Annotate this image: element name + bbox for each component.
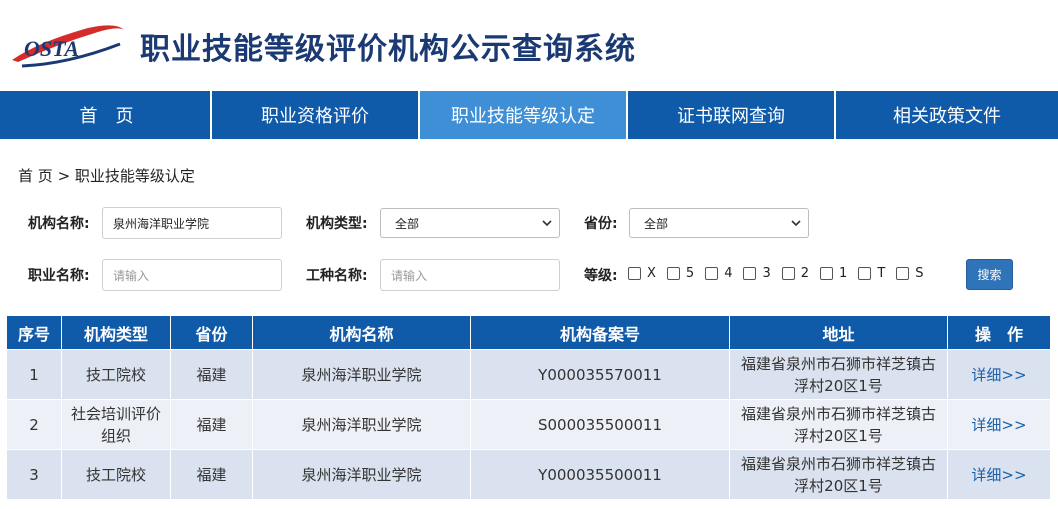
org-type-label: 机构类型: xyxy=(306,216,368,232)
breadcrumb-home[interactable]: 首 页 xyxy=(18,167,53,185)
cell-no: 1 xyxy=(6,349,62,400)
province-select[interactable]: 全部 xyxy=(629,208,809,238)
checkbox[interactable] xyxy=(666,267,680,280)
results-table: 序号 机构类型 省份 机构名称 机构备案号 地址 操 作 1 技工院校 福建 泉… xyxy=(6,315,1051,500)
table-row: 3 技工院校 福建 泉州海洋职业学院 Y000035500011 福建省泉州市石… xyxy=(6,449,1051,500)
level-option-2[interactable]: 2 xyxy=(781,266,809,281)
breadcrumb: 首 页 > 职业技能等级认定 xyxy=(18,165,195,186)
cell-name: 泉州海洋职业学院 xyxy=(252,349,471,400)
nav-qualification-evaluation[interactable]: 职业资格评价 xyxy=(210,91,418,139)
cell-province: 福建 xyxy=(170,349,253,400)
province-value: 全部 xyxy=(644,216,669,231)
cell-name: 泉州海洋职业学院 xyxy=(252,449,471,500)
cell-province: 福建 xyxy=(170,449,253,500)
org-type-value: 全部 xyxy=(395,216,420,231)
col-header-no: 序号 xyxy=(6,315,62,350)
cell-type: 社会培训评价组织 xyxy=(61,399,171,450)
checkbox[interactable] xyxy=(781,267,795,280)
level-label: 等级: xyxy=(584,268,618,284)
table-row: 1 技工院校 福建 泉州海洋职业学院 Y000035570011 福建省泉州市石… xyxy=(6,349,1051,400)
nav-certificate-query[interactable]: 证书联网查询 xyxy=(626,91,834,139)
level-option-s[interactable]: S xyxy=(896,266,924,281)
chevron-down-icon xyxy=(542,220,552,227)
occupation-label: 职业名称: xyxy=(28,268,90,284)
cell-type: 技工院校 xyxy=(61,349,171,400)
col-header-province: 省份 xyxy=(170,315,253,350)
detail-link[interactable]: 详细>> xyxy=(947,449,1051,500)
job-type-label: 工种名称: xyxy=(306,268,368,284)
level-option-4[interactable]: 4 xyxy=(705,266,732,281)
org-type-select[interactable]: 全部 xyxy=(380,208,560,238)
checkbox[interactable] xyxy=(628,267,641,280)
org-name-label: 机构名称: xyxy=(28,216,90,232)
org-name-input[interactable]: 泉州海洋职业学院 xyxy=(102,207,282,239)
breadcrumb-current: 职业技能等级认定 xyxy=(74,167,195,185)
table-header-row: 序号 机构类型 省份 机构名称 机构备案号 地址 操 作 xyxy=(6,315,1051,350)
search-button[interactable]: 搜索 xyxy=(966,259,1013,290)
checkbox[interactable] xyxy=(743,267,757,280)
checkbox[interactable] xyxy=(820,267,834,280)
cell-address: 福建省泉州市石狮市祥芝镇古浮村20区1号 xyxy=(729,399,948,450)
cell-province: 福建 xyxy=(170,399,253,450)
occupation-input[interactable]: 请输入 xyxy=(102,259,282,291)
nav-home[interactable]: 首 页 xyxy=(0,91,210,139)
cell-address: 福建省泉州市石狮市祥芝镇古浮村20区1号 xyxy=(729,349,948,400)
checkbox[interactable] xyxy=(705,267,719,280)
cell-no: 3 xyxy=(6,449,62,500)
cell-address: 福建省泉州市石狮市祥芝镇古浮村20区1号 xyxy=(729,449,948,500)
detail-link[interactable]: 详细>> xyxy=(947,399,1051,450)
breadcrumb-separator: > xyxy=(57,167,71,185)
cell-no: 2 xyxy=(6,399,62,450)
nav-skill-level-certification[interactable]: 职业技能等级认定 xyxy=(418,91,626,139)
col-header-type: 机构类型 xyxy=(61,315,171,350)
checkbox[interactable] xyxy=(896,267,910,280)
checkbox[interactable] xyxy=(858,267,872,280)
level-option-x[interactable]: X xyxy=(628,266,656,281)
svg-text:OSTA: OSTA xyxy=(24,36,79,61)
detail-link[interactable]: 详细>> xyxy=(947,349,1051,400)
main-nav: 首 页 职业资格评价 职业技能等级认定 证书联网查询 相关政策文件 xyxy=(0,91,1058,139)
job-type-input[interactable]: 请输入 xyxy=(380,259,560,291)
osta-logo-icon[interactable]: OSTA xyxy=(8,20,128,68)
level-option-3[interactable]: 3 xyxy=(743,266,771,281)
cell-record: S000035500011 xyxy=(470,399,730,450)
col-header-record: 机构备案号 xyxy=(470,315,730,350)
table-row: 2 社会培训评价组织 福建 泉州海洋职业学院 S000035500011 福建省… xyxy=(6,399,1051,450)
nav-policy-documents[interactable]: 相关政策文件 xyxy=(834,91,1058,139)
cell-record: Y000035570011 xyxy=(470,349,730,400)
col-header-name: 机构名称 xyxy=(252,315,471,350)
header: OSTA 职业技能等级评价机构公示查询系统 xyxy=(0,0,1058,91)
cell-name: 泉州海洋职业学院 xyxy=(252,399,471,450)
cell-record: Y000035500011 xyxy=(470,449,730,500)
site-title: 职业技能等级评价机构公示查询系统 xyxy=(140,32,636,67)
cell-type: 技工院校 xyxy=(61,449,171,500)
level-checkbox-group: X 5 4 3 2 1 T S xyxy=(628,266,935,281)
chevron-down-icon xyxy=(791,220,801,227)
level-option-5[interactable]: 5 xyxy=(666,266,694,281)
province-label: 省份: xyxy=(584,216,618,232)
level-option-t[interactable]: T xyxy=(858,266,885,281)
col-header-address: 地址 xyxy=(729,315,948,350)
col-header-action: 操 作 xyxy=(947,315,1051,350)
level-option-1[interactable]: 1 xyxy=(820,266,847,281)
